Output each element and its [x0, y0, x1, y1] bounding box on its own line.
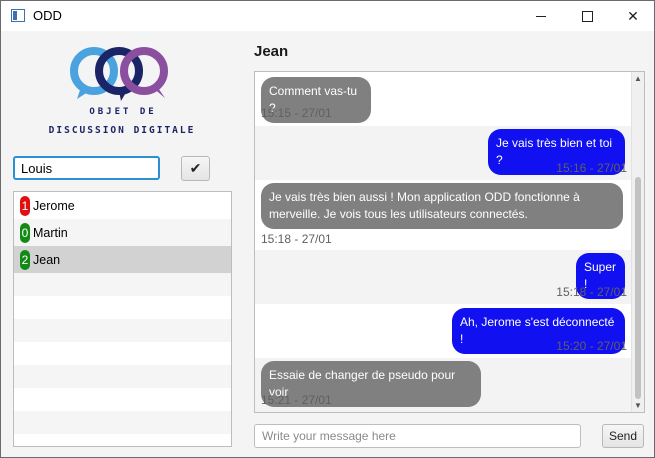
minimize-icon: [536, 15, 546, 17]
message-timestamp: 15:18 - 27/01: [556, 285, 627, 299]
logo-bubbles: [70, 47, 168, 101]
window-title: ODD: [33, 8, 62, 23]
user-name: Jerome: [33, 198, 75, 213]
empty-list-row: [14, 411, 231, 434]
user-item[interactable]: 2 Jean: [14, 246, 231, 273]
odd-logo: OBJET DE DISCUSSION DIGITALE: [49, 47, 196, 136]
empty-list-row: [14, 434, 231, 446]
message-list[interactable]: Comment vas-tu ? 15:15 - 27/01 Je vais trè…: [254, 71, 645, 413]
logo-top-line: OBJET DE: [89, 107, 156, 117]
message-item: Essaie de changer de pseudo pour voir 15:…: [255, 358, 631, 412]
send-button[interactable]: Send: [602, 424, 644, 448]
empty-list-row: [14, 273, 231, 296]
maximize-icon: [581, 10, 593, 22]
empty-list-row: [14, 365, 231, 388]
app-window-icon: [11, 9, 25, 22]
title-bar[interactable]: ODD ✕: [1, 1, 654, 31]
pseudo-input[interactable]: [13, 156, 160, 180]
empty-list-row: [14, 342, 231, 365]
close-button[interactable]: ✕: [610, 1, 654, 31]
user-item[interactable]: 0 Martin: [14, 219, 231, 246]
message-timestamp: 15:21 - 27/01: [261, 393, 332, 407]
scroll-down-icon[interactable]: ▼: [634, 401, 642, 410]
check-icon: ✔: [189, 160, 202, 176]
message-item: Super ! 15:18 - 27/01: [255, 250, 631, 304]
user-name: Martin: [33, 225, 68, 240]
logo-bottom-line: DISCUSSION DIGITALE: [49, 125, 196, 136]
message-timestamp: 15:18 - 27/01: [261, 232, 332, 246]
empty-list-row: [14, 388, 231, 411]
minimize-button[interactable]: [518, 1, 564, 31]
scroll-thumb[interactable]: [635, 177, 641, 399]
message-timestamp: 15:16 - 27/01: [556, 161, 627, 175]
unread-count-badge: 2: [20, 249, 30, 270]
user-list[interactable]: 1 Jerome 0 Martin 2 Jean: [13, 191, 232, 447]
conversation-title: Jean: [254, 43, 289, 60]
message-item: Je vais très bien et toi ? 15:16 - 27/01: [255, 126, 631, 180]
unread-count-badge: 1: [20, 195, 30, 216]
message-item: Ah, Jerome s'est déconnecté ! 15:20 - 27/…: [255, 304, 631, 358]
scroll-up-icon[interactable]: ▲: [634, 74, 642, 83]
maximize-button[interactable]: [564, 1, 610, 31]
close-icon: ✕: [627, 7, 639, 24]
confirm-pseudo-button[interactable]: ✔: [181, 156, 210, 181]
message-timestamp: 15:15 - 27/01: [261, 106, 332, 120]
vertical-scrollbar[interactable]: ▲ ▼: [631, 72, 644, 412]
user-item[interactable]: 1 Jerome: [14, 192, 231, 219]
unread-count-badge: 0: [20, 222, 30, 243]
message-item: Comment vas-tu ? 15:15 - 27/01: [255, 72, 631, 126]
app-window: ODD ✕ OBJET DE DISCUSSION DIGITALE ✔ 1Je…: [0, 0, 655, 458]
user-name: Jean: [33, 252, 61, 267]
received-message-bubble: Je vais très bien aussi ! Mon applicatio…: [261, 183, 623, 229]
empty-list-row: [14, 319, 231, 342]
empty-list-row: [14, 296, 231, 319]
message-item: Je vais très bien aussi ! Mon applicatio…: [255, 180, 631, 250]
message-timestamp: 15:20 - 27/01: [556, 339, 627, 353]
message-input[interactable]: [254, 424, 581, 448]
